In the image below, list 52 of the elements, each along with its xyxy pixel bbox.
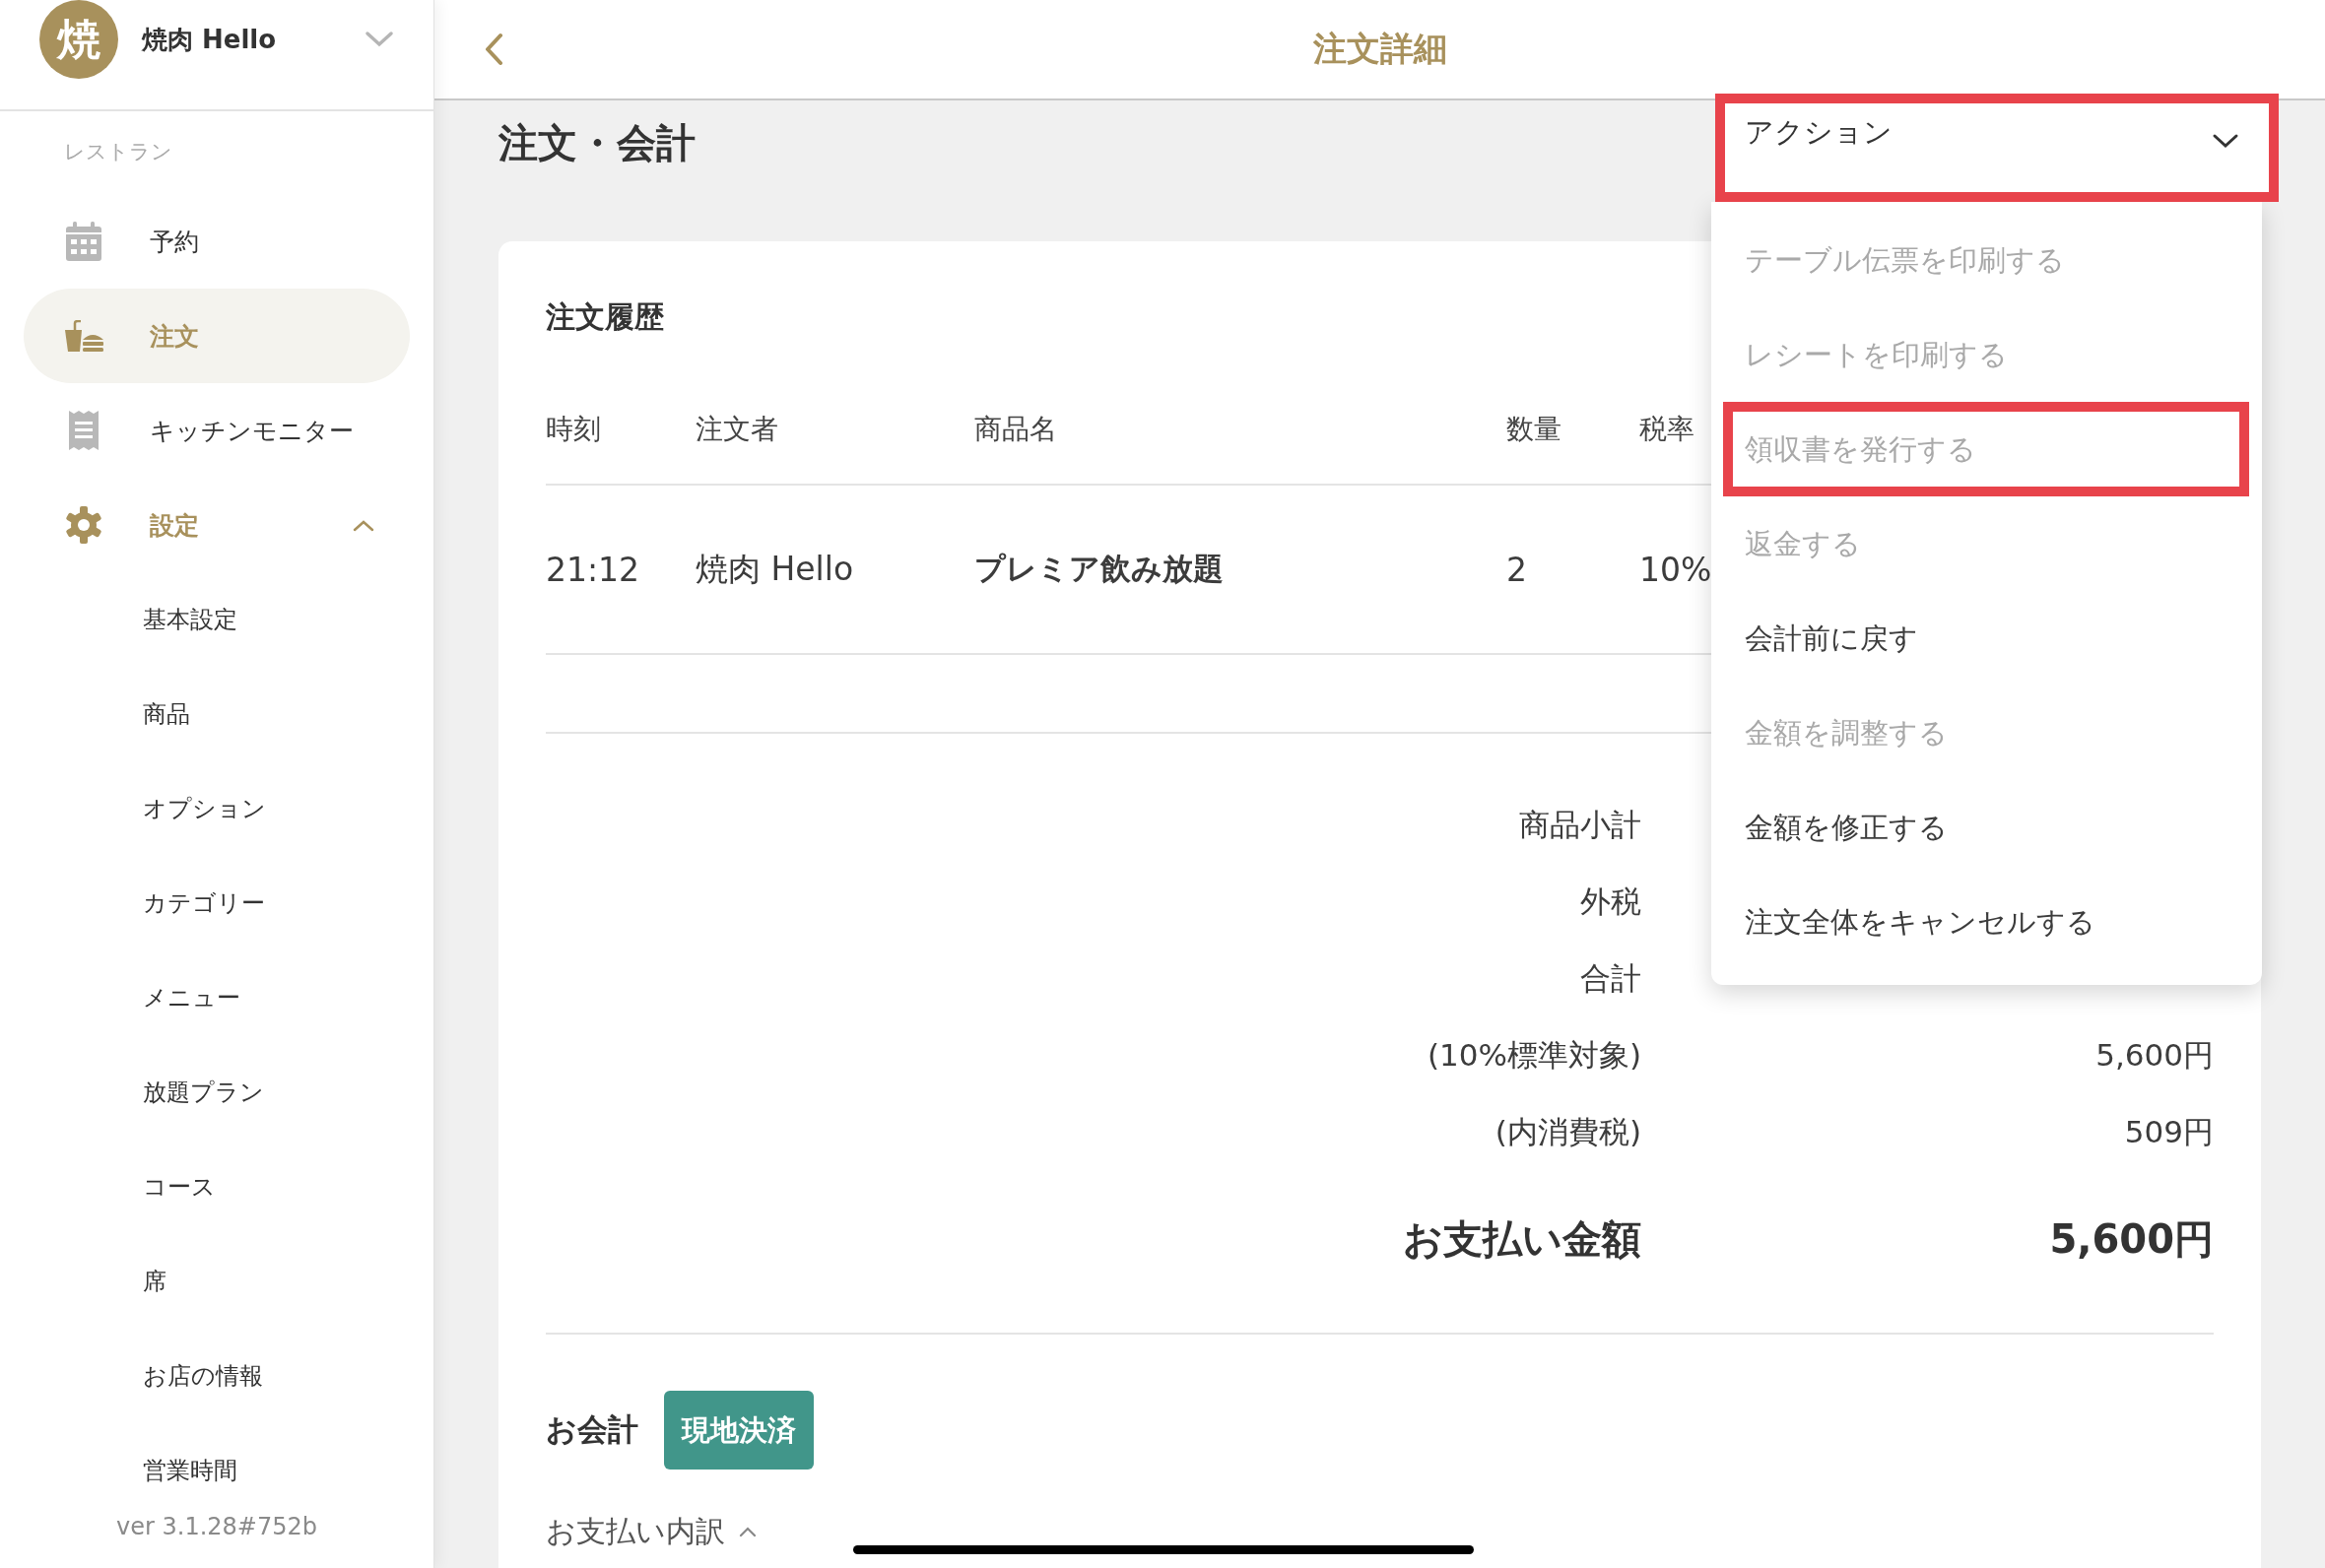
card-title: 注文履歴 xyxy=(546,298,665,336)
sub-nav-item[interactable]: コース xyxy=(0,1140,433,1234)
menu-item[interactable]: 金額を修正する xyxy=(1711,780,2262,875)
drink-burger-icon xyxy=(64,320,103,352)
payment-total-label: お支払い金額 xyxy=(1403,1214,1641,1264)
chevron-down-icon[interactable] xyxy=(365,31,394,48)
table-cell: 21:12 xyxy=(546,550,640,589)
sub-nav-item[interactable]: 放題プラン xyxy=(0,1045,433,1140)
page-header-title: 注文詳細 xyxy=(1312,28,1447,70)
column-header: 商品名 xyxy=(974,412,1057,447)
restaurant-name: 焼肉 Hello xyxy=(142,23,278,56)
total-label: (内消費税) xyxy=(1495,1113,1641,1151)
total-label: (10%標準対象) xyxy=(1427,1036,1641,1075)
action-dropdown[interactable]: アクション xyxy=(1715,94,2279,202)
table-cell: 10% xyxy=(1639,550,1712,589)
payment-total-value: 5,600円 xyxy=(2049,1214,2214,1264)
column-header: 税率 xyxy=(1639,412,1694,447)
total-label: 商品小計 xyxy=(1519,806,1641,844)
menu-item[interactable]: 注文全体をキャンセルする xyxy=(1711,875,2262,969)
total-value: 5,600円 xyxy=(2095,1036,2214,1075)
sub-nav-item[interactable]: 商品 xyxy=(0,667,433,761)
back-icon[interactable] xyxy=(484,33,503,66)
payment-status-badge: 現地決済 xyxy=(664,1391,814,1470)
sub-nav-item[interactable]: カテゴリー xyxy=(0,856,433,950)
table-cell: 2 xyxy=(1506,550,1527,589)
sub-nav-item[interactable]: 席 xyxy=(0,1234,433,1329)
chevron-up-icon xyxy=(353,518,374,532)
breakdown-toggle[interactable]: お支払い内訳 xyxy=(546,1509,757,1554)
calendar-icon xyxy=(64,222,103,261)
sub-nav-item[interactable]: メニュー xyxy=(0,950,433,1045)
nav-item[interactable]: 予約 xyxy=(24,194,410,289)
chevron-down-icon xyxy=(2212,133,2239,149)
total-label: 合計 xyxy=(1580,959,1641,998)
sub-nav-item[interactable]: オプション xyxy=(0,761,433,856)
column-header: 時刻 xyxy=(546,412,601,447)
sub-nav-item[interactable]: お店の情報 xyxy=(0,1329,433,1423)
total-value: 509円 xyxy=(2124,1113,2214,1151)
chevron-up-icon xyxy=(739,1526,757,1537)
section-label: レストラン xyxy=(63,139,173,164)
restaurant-avatar: 焼 xyxy=(39,0,118,79)
nav-item[interactable]: キッチンモニター xyxy=(24,383,410,478)
menu-item[interactable]: 会計前に戻す xyxy=(1711,591,2262,686)
table-cell-text: 焼肉 Hello xyxy=(696,548,854,590)
table-cell-text: プレミア飲み放題 xyxy=(974,550,1224,588)
section-title: 注文・会計 xyxy=(498,119,696,167)
column-header: 注文者 xyxy=(696,412,778,447)
settings-icon xyxy=(64,506,103,544)
column-header: 数量 xyxy=(1506,412,1561,447)
sub-nav-item[interactable]: 基本設定 xyxy=(0,572,433,667)
payment-label: お会計 xyxy=(546,1410,638,1449)
total-label: 外税 xyxy=(1580,882,1641,921)
version-text: ver 3.1.28#752b xyxy=(115,1512,318,1541)
